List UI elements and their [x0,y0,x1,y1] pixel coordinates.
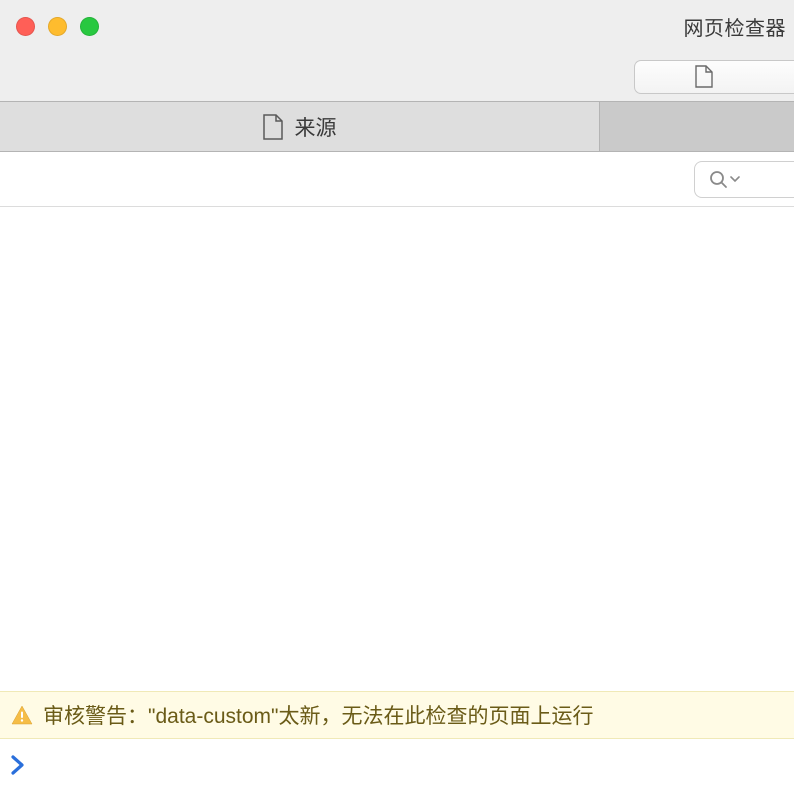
content-area [0,207,794,691]
tab-sources[interactable]: 来源 [0,102,600,151]
search-icon [709,170,728,189]
warning-text: 审核警告："data-custom"太新，无法在此检查的页面上运行 [43,700,593,730]
search-input[interactable] [694,161,794,198]
window-title: 网页检查器 [684,0,794,52]
document-icon [263,114,283,140]
tabbar: 来源 [0,102,794,152]
minimize-button[interactable] [48,17,67,36]
tab-inactive-area[interactable] [600,102,794,151]
tab-label: 来源 [295,112,337,142]
warning-message[interactable]: 审核警告："data-custom"太新，无法在此检查的页面上运行 [0,691,794,739]
close-button[interactable] [16,17,35,36]
document-icon [695,65,713,88]
window-titlebar: 网页检查器 [0,0,794,52]
console-input-row[interactable] [0,739,794,791]
document-selector-button[interactable] [634,60,794,94]
maximize-button[interactable] [80,17,99,36]
traffic-lights [16,17,99,36]
warning-icon [11,705,33,725]
toolbar [0,52,794,102]
chevron-down-icon [730,176,740,183]
filterbar [0,152,794,207]
prompt-icon [11,754,26,776]
